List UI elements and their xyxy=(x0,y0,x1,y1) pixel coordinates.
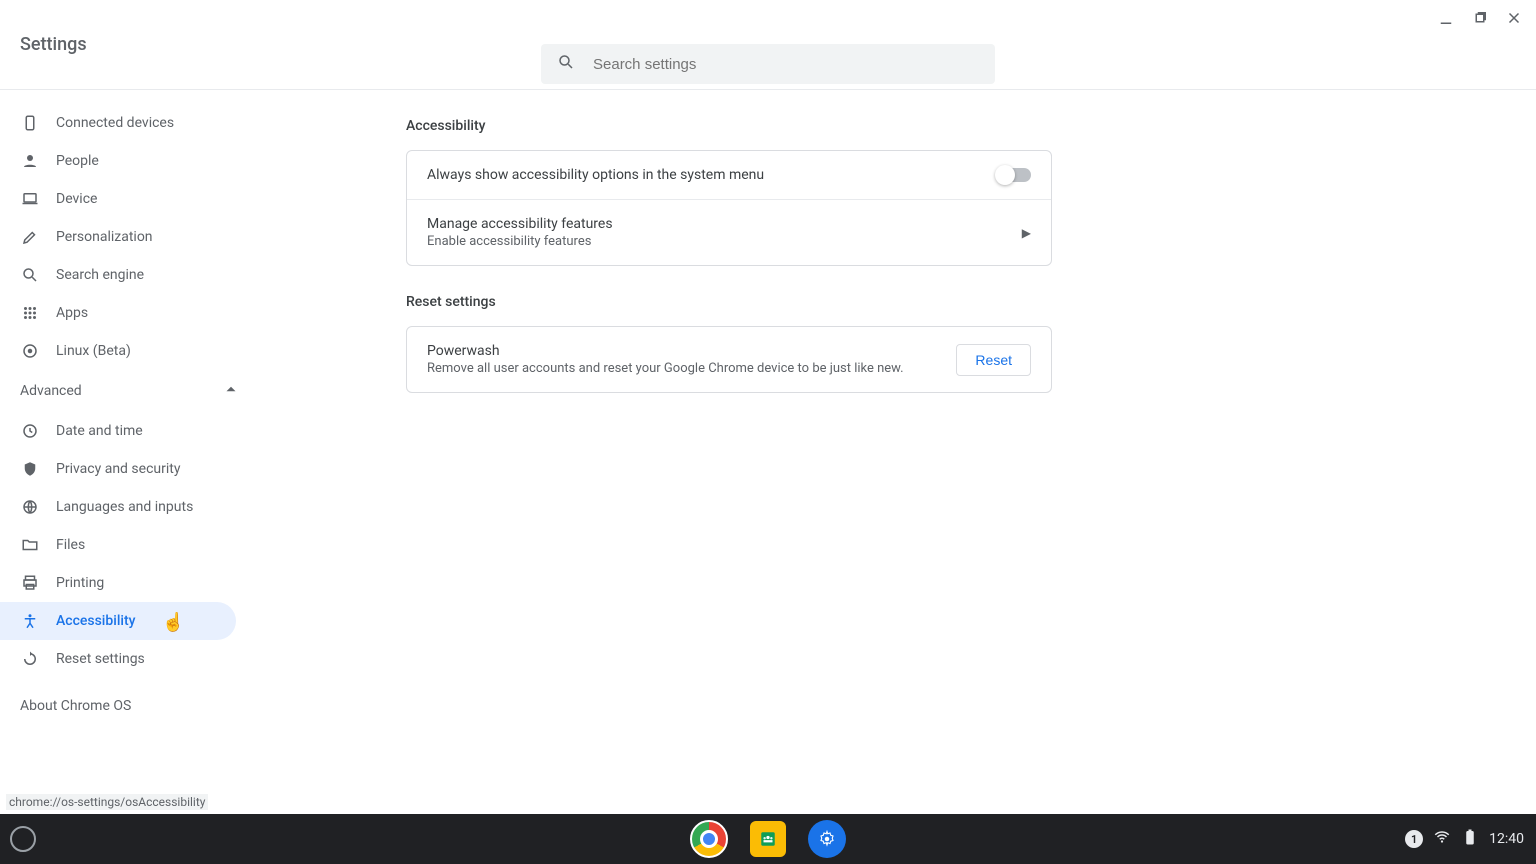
row-sublabel: Remove all user accounts and reset your … xyxy=(427,361,904,376)
toggle-always-show-accessibility[interactable] xyxy=(997,168,1031,182)
shelf-app-chrome[interactable] xyxy=(690,820,728,858)
sidebar-item-label: Device xyxy=(56,191,97,207)
sidebar-item-label: Personalization xyxy=(56,229,153,245)
shelf-app-classroom[interactable] xyxy=(750,821,786,857)
sidebar-group-advanced[interactable]: Advanced xyxy=(0,370,258,412)
sidebar-item-connected-devices[interactable]: Connected devices xyxy=(0,104,236,142)
sidebar-item-label: Reset settings xyxy=(56,651,145,667)
notification-badge[interactable]: 1 xyxy=(1405,830,1423,848)
printer-icon xyxy=(20,573,40,593)
sidebar-item-languages[interactable]: Languages and inputs xyxy=(0,488,236,526)
sidebar-group-label: Advanced xyxy=(20,383,82,399)
section-title-reset: Reset settings xyxy=(406,294,1052,310)
sidebar-item-device[interactable]: Device xyxy=(0,180,236,218)
search-input[interactable] xyxy=(593,56,979,73)
sidebar-item-label: Date and time xyxy=(56,423,143,439)
reset-icon xyxy=(20,649,40,669)
row-powerwash: Powerwash Remove all user accounts and r… xyxy=(407,327,1051,392)
brush-icon xyxy=(20,227,40,247)
sidebar-about-label: About Chrome OS xyxy=(20,698,131,714)
sidebar-item-search-engine[interactable]: Search engine xyxy=(0,256,236,294)
person-icon xyxy=(20,151,40,171)
clock-icon xyxy=(20,421,40,441)
sidebar-item-files[interactable]: Files xyxy=(0,526,236,564)
launcher-button[interactable] xyxy=(10,826,36,852)
folder-icon xyxy=(20,535,40,555)
sidebar-item-label: Accessibility xyxy=(56,613,135,629)
sidebar-item-personalization[interactable]: Personalization xyxy=(0,218,236,256)
sidebar-item-label: Apps xyxy=(56,305,88,321)
row-label: Always show accessibility options in the… xyxy=(427,167,764,183)
shelf-app-settings[interactable] xyxy=(808,820,846,858)
linux-icon xyxy=(20,341,40,361)
search-icon xyxy=(20,265,40,285)
accessibility-card: Always show accessibility options in the… xyxy=(406,150,1052,266)
clock-text: 12:40 xyxy=(1489,831,1524,847)
row-sublabel: Enable accessibility features xyxy=(427,234,613,249)
sidebar-item-about[interactable]: About Chrome OS xyxy=(0,678,258,714)
header: Settings xyxy=(0,0,1536,90)
content: Accessibility Always show accessibility … xyxy=(258,90,1536,814)
chevron-right-icon: ▶ xyxy=(1022,226,1031,240)
row-label: Manage accessibility features xyxy=(427,216,613,232)
sidebar-item-printing[interactable]: Printing xyxy=(0,564,236,602)
shelf-status[interactable]: 1 12:40 xyxy=(1405,828,1524,850)
shelf-apps xyxy=(690,820,846,858)
sidebar-item-label: Languages and inputs xyxy=(56,499,193,515)
laptop-icon xyxy=(20,189,40,209)
device-icon xyxy=(20,113,40,133)
sidebar-item-label: Privacy and security xyxy=(56,461,180,477)
search-settings[interactable] xyxy=(541,44,995,84)
section-title-accessibility: Accessibility xyxy=(406,118,1052,134)
status-url: chrome://os-settings/osAccessibility xyxy=(6,794,208,810)
accessibility-icon xyxy=(20,611,40,631)
reset-button[interactable]: Reset xyxy=(956,344,1031,376)
row-manage-accessibility[interactable]: Manage accessibility features Enable acc… xyxy=(407,199,1051,265)
sidebar-item-privacy[interactable]: Privacy and security xyxy=(0,450,236,488)
sidebar-item-label: Linux (Beta) xyxy=(56,343,131,359)
sidebar-item-apps[interactable]: Apps xyxy=(0,294,236,332)
app-title: Settings xyxy=(20,34,87,55)
battery-icon xyxy=(1461,828,1479,850)
sidebar-item-label: Files xyxy=(56,537,85,553)
shelf: 1 12:40 xyxy=(0,814,1536,864)
sidebar-item-label: People xyxy=(56,153,99,169)
sidebar-item-label: Connected devices xyxy=(56,115,174,131)
sidebar-item-label: Printing xyxy=(56,575,104,591)
sidebar-item-linux[interactable]: Linux (Beta) xyxy=(0,332,236,370)
search-icon xyxy=(557,53,575,75)
sidebar-item-accessibility[interactable]: Accessibility xyxy=(0,602,236,640)
sidebar-item-label: Search engine xyxy=(56,267,144,283)
shield-icon xyxy=(20,459,40,479)
globe-icon xyxy=(20,497,40,517)
chevron-up-icon xyxy=(222,380,240,402)
sidebar-item-reset-settings[interactable]: Reset settings xyxy=(0,640,236,678)
apps-icon xyxy=(20,303,40,323)
wifi-icon xyxy=(1433,828,1451,850)
sidebar: Connected devices People Device Personal… xyxy=(0,90,258,814)
sidebar-item-people[interactable]: People xyxy=(0,142,236,180)
reset-card: Powerwash Remove all user accounts and r… xyxy=(406,326,1052,393)
row-always-show-accessibility: Always show accessibility options in the… xyxy=(407,151,1051,199)
row-label: Powerwash xyxy=(427,343,904,359)
sidebar-item-date-time[interactable]: Date and time xyxy=(0,412,236,450)
